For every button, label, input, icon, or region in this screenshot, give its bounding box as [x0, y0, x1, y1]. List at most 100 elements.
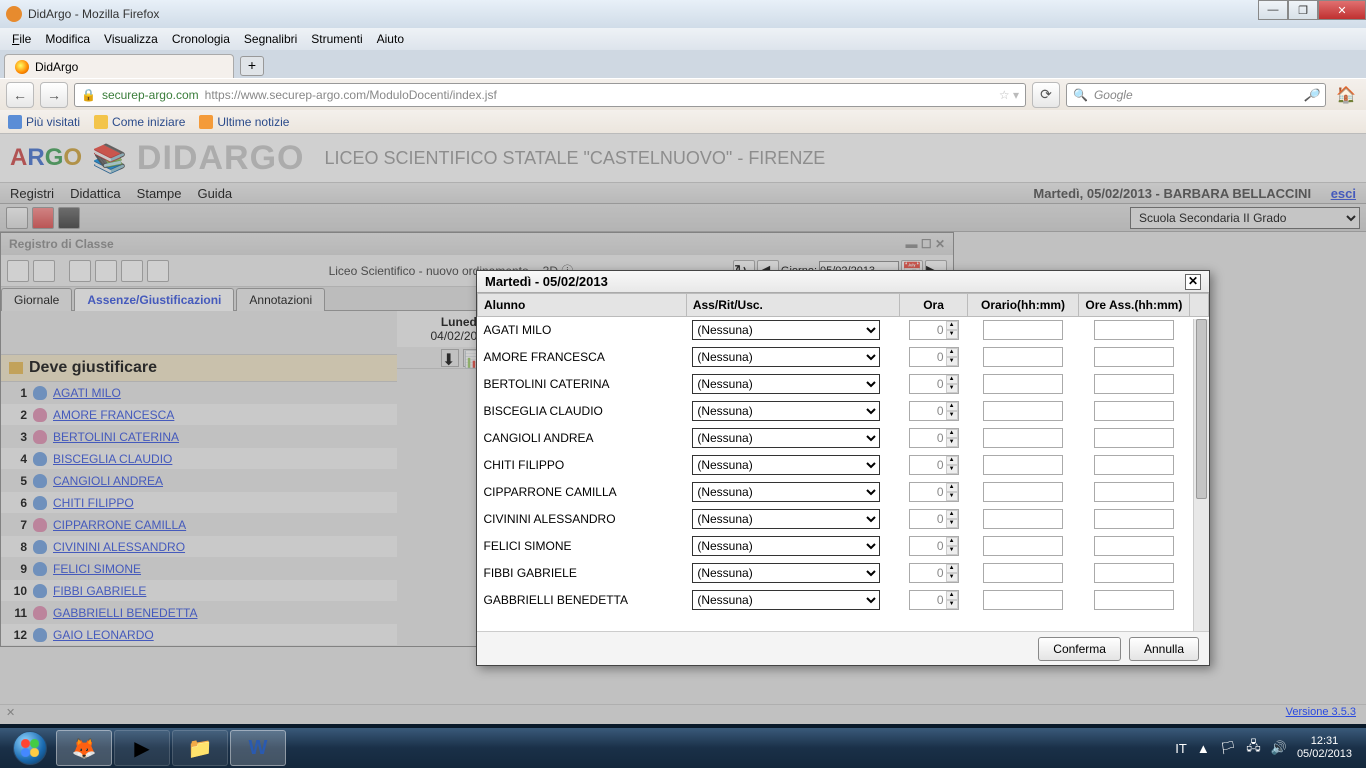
spin-down[interactable]: ▼: [946, 357, 958, 366]
tray-action-center-icon[interactable]: 🏳: [1220, 740, 1237, 756]
spin-down[interactable]: ▼: [946, 330, 958, 339]
menu-edit[interactable]: Modifica: [39, 30, 96, 48]
oreass-input[interactable]: [1094, 320, 1174, 340]
browser-menubar: FFileile Modifica Visualizza Cronologia …: [0, 28, 1366, 50]
oreass-input[interactable]: [1094, 590, 1174, 610]
orario-input[interactable]: [983, 401, 1063, 421]
aru-select[interactable]: (Nessuna): [692, 428, 880, 448]
aru-select[interactable]: (Nessuna): [692, 536, 880, 556]
menu-tools[interactable]: Strumenti: [305, 30, 368, 48]
start-button[interactable]: [6, 730, 54, 766]
spin-up[interactable]: ▲: [946, 375, 958, 384]
orario-input[interactable]: [983, 509, 1063, 529]
spin-up[interactable]: ▲: [946, 429, 958, 438]
spin-down[interactable]: ▼: [946, 465, 958, 474]
menu-history[interactable]: Cronologia: [166, 30, 236, 48]
orario-input[interactable]: [983, 428, 1063, 448]
aru-select[interactable]: (Nessuna): [692, 509, 880, 529]
browser-tab-active[interactable]: DidArgo: [4, 54, 234, 78]
menu-help[interactable]: Aiuto: [371, 30, 410, 48]
menu-file[interactable]: FFileile: [6, 30, 37, 48]
version-link[interactable]: Versione 3.5.3: [1286, 706, 1356, 718]
spin-down[interactable]: ▼: [946, 492, 958, 501]
aru-select[interactable]: (Nessuna): [692, 482, 880, 502]
spin-up[interactable]: ▲: [946, 591, 958, 600]
orario-input[interactable]: [983, 455, 1063, 475]
spin-down[interactable]: ▼: [946, 384, 958, 393]
orario-input[interactable]: [983, 320, 1063, 340]
bookmark-latest-news[interactable]: Ultime notizie: [199, 115, 289, 129]
menu-bookmarks[interactable]: Segnalibri: [238, 30, 303, 48]
spin-down[interactable]: ▼: [946, 438, 958, 447]
spin-down[interactable]: ▼: [946, 573, 958, 582]
spin-up[interactable]: ▲: [946, 537, 958, 546]
spin-up[interactable]: ▲: [946, 510, 958, 519]
taskbar-explorer[interactable]: 📁: [172, 730, 228, 766]
maximize-button[interactable]: ❐: [1288, 0, 1318, 20]
reload-button[interactable]: ⟳: [1032, 82, 1060, 108]
oreass-input[interactable]: [1094, 428, 1174, 448]
aru-select[interactable]: (Nessuna): [692, 563, 880, 583]
close-button[interactable]: ✕: [1318, 0, 1366, 20]
tray-clock[interactable]: 12:3105/02/2013: [1297, 735, 1352, 761]
modal-scrollbar[interactable]: [1193, 319, 1209, 631]
taskbar-mediaplayer[interactable]: ▶: [114, 730, 170, 766]
orario-input[interactable]: [983, 563, 1063, 583]
annulla-button[interactable]: Annulla: [1129, 637, 1199, 661]
orario-input[interactable]: [983, 590, 1063, 610]
tray-network-icon[interactable]: 🖧: [1246, 737, 1261, 759]
spin-up[interactable]: ▲: [946, 456, 958, 465]
spin-up[interactable]: ▲: [946, 402, 958, 411]
spin-up[interactable]: ▲: [946, 348, 958, 357]
cell-alunno: CIPPARRONE CAMILLA: [478, 479, 687, 506]
oreass-input[interactable]: [1094, 563, 1174, 583]
oreass-input[interactable]: [1094, 509, 1174, 529]
modal-close-button[interactable]: ✕: [1185, 274, 1201, 290]
home-button[interactable]: 🏠: [1332, 82, 1360, 108]
oreass-input[interactable]: [1094, 455, 1174, 475]
oreass-input[interactable]: [1094, 482, 1174, 502]
spin-down[interactable]: ▼: [946, 411, 958, 420]
orario-input[interactable]: [983, 374, 1063, 394]
spin-down[interactable]: ▼: [946, 600, 958, 609]
bookmark-getting-started[interactable]: Come iniziare: [94, 115, 185, 129]
url-input[interactable]: 🔒 securep-argo.com https://www.securep-a…: [74, 83, 1026, 107]
search-input[interactable]: 🔍 Google 🔎: [1066, 83, 1326, 107]
aru-select[interactable]: (Nessuna): [692, 590, 880, 610]
aru-select[interactable]: (Nessuna): [692, 401, 880, 421]
aru-select[interactable]: (Nessuna): [692, 455, 880, 475]
folder-icon: [8, 115, 22, 129]
forward-button[interactable]: →: [40, 82, 68, 108]
modal-row: CIVININI ALESSANDRO (Nessuna) ▲▼: [478, 506, 1209, 533]
new-tab-button[interactable]: +: [240, 56, 264, 76]
aru-select[interactable]: (Nessuna): [692, 374, 880, 394]
orario-input[interactable]: [983, 536, 1063, 556]
conferma-button[interactable]: Conferma: [1038, 637, 1121, 661]
spin-down[interactable]: ▼: [946, 546, 958, 555]
tray-volume-icon[interactable]: 🔊: [1271, 740, 1287, 756]
orario-input[interactable]: [983, 482, 1063, 502]
spin-down[interactable]: ▼: [946, 519, 958, 528]
minimize-button[interactable]: —: [1258, 0, 1288, 20]
spin-up[interactable]: ▲: [946, 483, 958, 492]
taskbar-word[interactable]: W: [230, 730, 286, 766]
spin-up[interactable]: ▲: [946, 321, 958, 330]
bookmark-most-visited[interactable]: Più visitati: [8, 115, 80, 129]
aru-select[interactable]: (Nessuna): [692, 347, 880, 367]
orario-input[interactable]: [983, 347, 1063, 367]
oreass-input[interactable]: [1094, 536, 1174, 556]
modal-row: AMORE FRANCESCA (Nessuna) ▲▼: [478, 344, 1209, 371]
menu-view[interactable]: Visualizza: [98, 30, 164, 48]
aru-select[interactable]: (Nessuna): [692, 320, 880, 340]
cell-alunno: AGATI MILO: [478, 317, 687, 344]
taskbar-firefox[interactable]: 🦊: [56, 730, 112, 766]
spin-up[interactable]: ▲: [946, 564, 958, 573]
back-button[interactable]: ←: [6, 82, 34, 108]
tray-lang[interactable]: IT: [1175, 741, 1187, 756]
oreass-input[interactable]: [1094, 401, 1174, 421]
bookmark-star-icon[interactable]: ☆ ▾: [999, 88, 1019, 102]
scrollbar-thumb[interactable]: [1196, 319, 1207, 499]
tray-up-icon[interactable]: ▲: [1197, 741, 1210, 756]
oreass-input[interactable]: [1094, 347, 1174, 367]
oreass-input[interactable]: [1094, 374, 1174, 394]
